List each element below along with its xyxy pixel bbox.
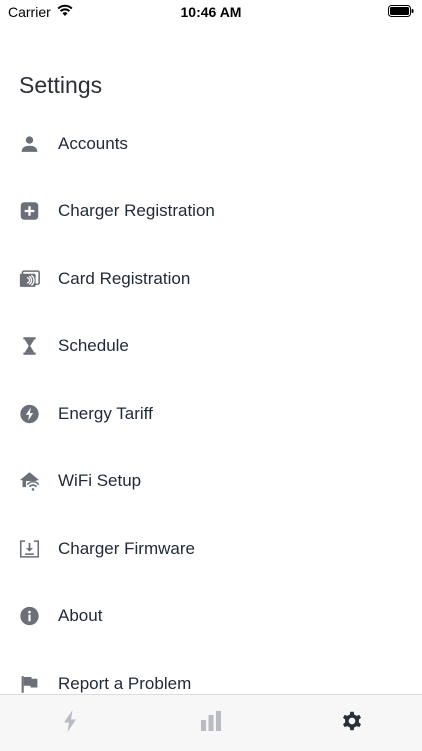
settings-item-label: Report a Problem	[58, 673, 192, 693]
gear-icon	[343, 711, 361, 731]
bar-chart-icon	[201, 711, 221, 731]
info-icon	[20, 607, 39, 626]
page-title: Settings	[19, 72, 103, 98]
settings-item-label: Card Registration	[58, 268, 191, 288]
settings-item-label: Charger Firmware	[58, 538, 195, 558]
battery-icon	[388, 5, 414, 17]
settings-item-label: Energy Tariff	[58, 403, 153, 423]
settings-item-schedule[interactable]: Schedule	[0, 313, 422, 381]
settings-item-about[interactable]: About	[0, 583, 422, 651]
settings-item-accounts[interactable]: Accounts	[0, 110, 422, 178]
lightning-icon	[64, 710, 76, 732]
tab-settings[interactable]	[282, 695, 422, 751]
nfc-card-icon	[19, 270, 40, 287]
firmware-download-icon	[19, 540, 40, 558]
tab-charging[interactable]	[0, 695, 140, 751]
hourglass-icon	[23, 337, 36, 355]
settings-item-label: Schedule	[58, 336, 129, 356]
tab-statistics[interactable]	[141, 695, 281, 751]
clock: 10:46 AM	[180, 4, 242, 20]
status-bar: Carrier 10:46 AM	[0, 0, 422, 24]
settings-item-label: Charger Registration	[58, 201, 215, 221]
settings-item-card-registration[interactable]: Card Registration	[0, 245, 422, 313]
flag-icon	[21, 675, 38, 693]
settings-item-charger-registration[interactable]: Charger Registration	[0, 178, 422, 246]
person-icon	[21, 136, 38, 152]
settings-item-wifi-setup[interactable]: WiFi Setup	[0, 448, 422, 516]
settings-list: Accounts Charger Registration Card Regis…	[0, 110, 422, 718]
lightning-circle-icon	[20, 404, 39, 423]
home-wifi-icon	[19, 472, 40, 492]
plus-square-icon	[20, 202, 39, 220]
settings-item-energy-tariff[interactable]: Energy Tariff	[0, 380, 422, 448]
settings-item-label: Accounts	[58, 133, 128, 153]
settings-item-label: WiFi Setup	[58, 471, 142, 491]
settings-item-label: About	[58, 606, 103, 626]
settings-item-charger-firmware[interactable]: Charger Firmware	[0, 515, 422, 583]
tab-bar	[0, 694, 422, 751]
